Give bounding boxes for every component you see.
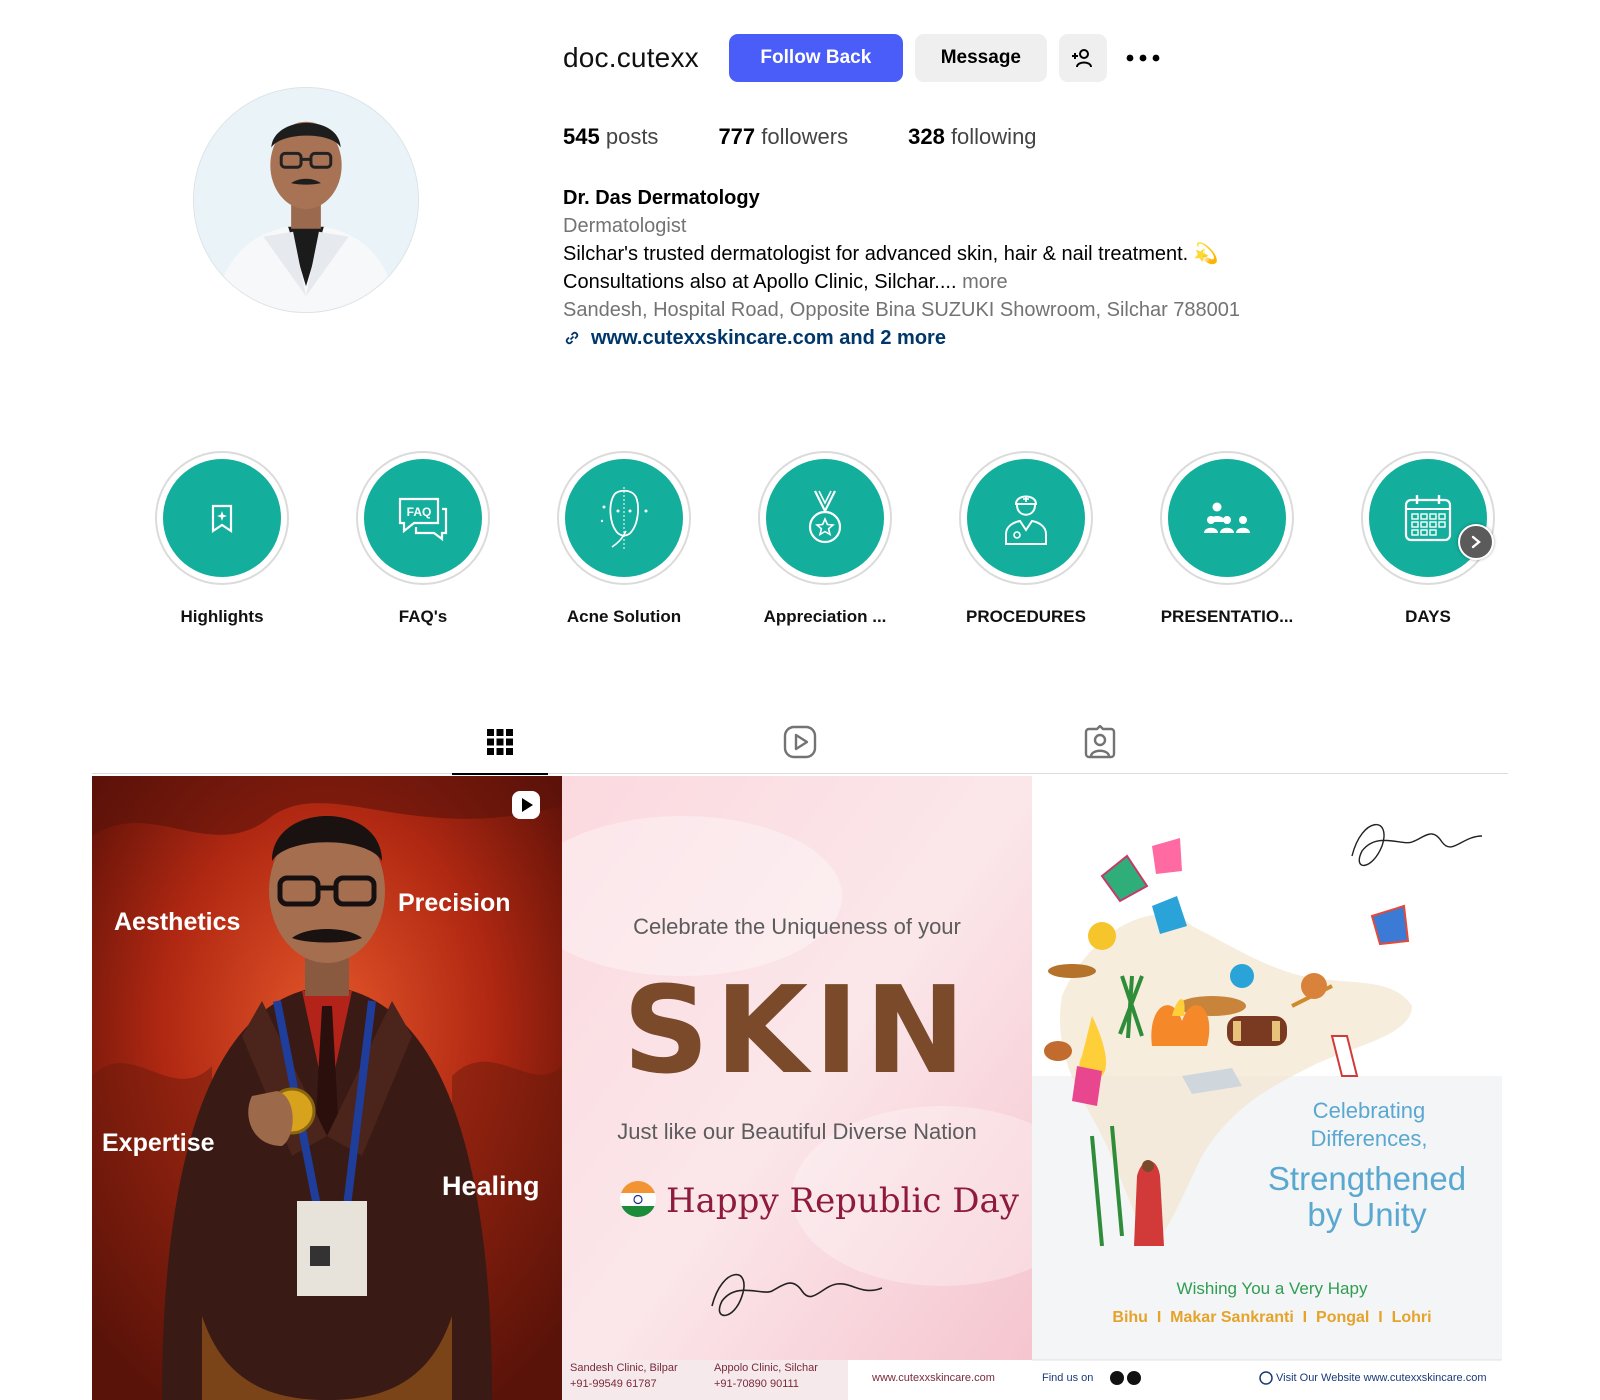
profile-bio: Dr. Das Dermatology Dermatologist Silcha…: [563, 184, 1323, 352]
face-icon: [600, 487, 648, 549]
following-label: following: [950, 124, 1037, 149]
post2-headline: Celebrate the Uniqueness of your: [633, 914, 961, 939]
bio-more-link[interactable]: more: [962, 271, 1008, 293]
post1-word-healing: Healing: [442, 1171, 540, 1201]
story-highlights: Highlights FAQ FAQ's Acne Solution Appre…: [155, 451, 1495, 631]
instagram-icon: [1127, 1371, 1141, 1385]
profile-avatar[interactable]: [193, 87, 419, 313]
following-count: 328: [908, 124, 945, 149]
highlight-label: PRESENTATIO...: [1160, 607, 1294, 626]
post2-subline: Just like our Beautiful Diverse Nation: [617, 1119, 977, 1144]
highlight-label: Acne Solution: [566, 607, 682, 626]
bio-link-text: www.cutexxskincare.com and 2 more: [591, 327, 946, 349]
profile-tabs: [92, 710, 1508, 775]
post3-find-us: Find us on: [1042, 1372, 1094, 1384]
more-options-button[interactable]: [1123, 34, 1163, 82]
post2-footer-phone-1: +91-99549 61787: [570, 1378, 657, 1390]
post3-wishing: Wishing You a Very Hapy: [1176, 1279, 1368, 1298]
post1-word-precision: Precision: [398, 889, 511, 917]
bio-line-2: Consultations also at Apollo Clinic, Sil…: [563, 271, 957, 293]
highlight-label: Appreciation ...: [763, 607, 887, 626]
follow-back-button[interactable]: Follow Back: [728, 34, 903, 82]
post2-footer-website: www.cutexxskincare.com: [872, 1372, 995, 1384]
facebook-icon: [1110, 1371, 1124, 1385]
doctor-icon: [1005, 495, 1047, 545]
post3-visit-website: Visit Our Website www.cutexxskincare.com: [1276, 1372, 1487, 1384]
audience-icon: [1204, 502, 1250, 533]
followers-stat[interactable]: 777 followers: [718, 124, 848, 150]
following-stat[interactable]: 328 following: [908, 124, 1036, 150]
highlight-label: PROCEDURES: [966, 607, 1086, 626]
followers-count: 777: [718, 124, 756, 149]
doctor-portrait-image: [194, 88, 418, 312]
bio-website-link[interactable]: www.cutexxskincare.com and 2 more: [563, 324, 1323, 352]
tab-tagged[interactable]: [1052, 710, 1148, 774]
highlight-label: Highlights: [180, 607, 264, 626]
tab-reels[interactable]: [752, 710, 848, 774]
suggest-user-button[interactable]: [1058, 34, 1107, 82]
bio-line-2-wrap: Consultations also at Apollo Clinic, Sil…: [563, 268, 1323, 296]
calendar-icon: [1404, 495, 1452, 542]
svg-text:FAQ: FAQ: [407, 505, 432, 519]
add-user-icon: [1071, 49, 1092, 68]
tagged-icon: [1084, 725, 1116, 759]
highlight-acne-solution[interactable]: Acne Solution: [557, 451, 691, 627]
more-dots-icon: [1126, 54, 1160, 62]
profile-category: Dermatologist: [563, 215, 687, 237]
post3-unity: by Unity: [1307, 1196, 1427, 1233]
highlight-label: FAQ's: [398, 607, 448, 626]
post-tile-1[interactable]: Aesthetics Precision Expertise Healing: [92, 776, 562, 1400]
highlight-faqs[interactable]: FAQ FAQ's: [356, 451, 490, 627]
festival-india-map-artwork: [1032, 776, 1502, 1400]
highlight-presentations[interactable]: PRESENTATIO...: [1160, 451, 1294, 627]
post2-footer-clinic-2: Appolo Clinic, Silchar: [714, 1362, 818, 1374]
post2-footer-clinic-1: Sandesh Clinic, Bilpar: [570, 1362, 678, 1374]
message-button[interactable]: Message: [914, 34, 1047, 82]
username: doc.cutexx: [563, 42, 699, 73]
post-tile-2[interactable]: Celebrate the Uniqueness of your SKIN Ju…: [562, 776, 1032, 1400]
faq-bubble-icon: FAQ: [398, 497, 448, 541]
medal-icon: [808, 490, 842, 544]
post1-word-aesthetics: Aesthetics: [114, 908, 241, 936]
highlights-next-button[interactable]: [1458, 524, 1494, 560]
post1-word-expertise: Expertise: [102, 1129, 215, 1157]
post3-celebrating: Celebrating: [1312, 1098, 1426, 1123]
posts-count: 545: [563, 124, 600, 149]
bookmark-sparkle-icon: [211, 504, 233, 534]
bio-address: Sandesh, Hospital Road, Opposite Bina SU…: [563, 299, 1241, 321]
profile-stats: 545 posts 777 followers 328 following: [563, 124, 1097, 150]
post2-big-skin-text: SKIN: [622, 962, 972, 1101]
highlight-appreciation[interactable]: Appreciation ...: [758, 451, 892, 627]
link-icon: [565, 331, 579, 345]
highlight-label: DAYS: [1405, 607, 1451, 626]
post2-footer-phone-2: +91-70890 90111: [714, 1378, 799, 1390]
bio-line-1: Silchar's trusted dermatologist for adva…: [563, 243, 1219, 265]
posts-stat: 545 posts: [563, 124, 658, 150]
post3-festivals: Bihu I Makar Sankranti I Pongal I Lohri: [1112, 1309, 1432, 1326]
post2-greeting: Happy Republic Day: [666, 1181, 1019, 1221]
posts-grid: Aesthetics Precision Expertise Healing C…: [92, 776, 1508, 1400]
post3-strengthened: Strengthened: [1267, 1160, 1467, 1197]
chevron-right-icon: [1471, 535, 1481, 549]
followers-label: followers: [761, 124, 849, 149]
doctor-award-artwork: [92, 776, 562, 1400]
post3-differences: Differences,: [1310, 1126, 1428, 1151]
highlight-procedures[interactable]: PROCEDURES: [959, 451, 1093, 627]
post-tile-3[interactable]: Celebrating Differences, Strengthened by…: [1032, 776, 1502, 1400]
profile-header-row: doc.cutexx Follow Back Message: [563, 34, 1163, 82]
tab-posts[interactable]: [452, 710, 548, 775]
profile-name: Dr. Das Dermatology: [563, 187, 760, 209]
reels-icon: [783, 725, 817, 759]
highlight-highlights[interactable]: Highlights: [155, 451, 289, 627]
grid-icon: [487, 728, 513, 755]
posts-label: posts: [605, 124, 659, 149]
